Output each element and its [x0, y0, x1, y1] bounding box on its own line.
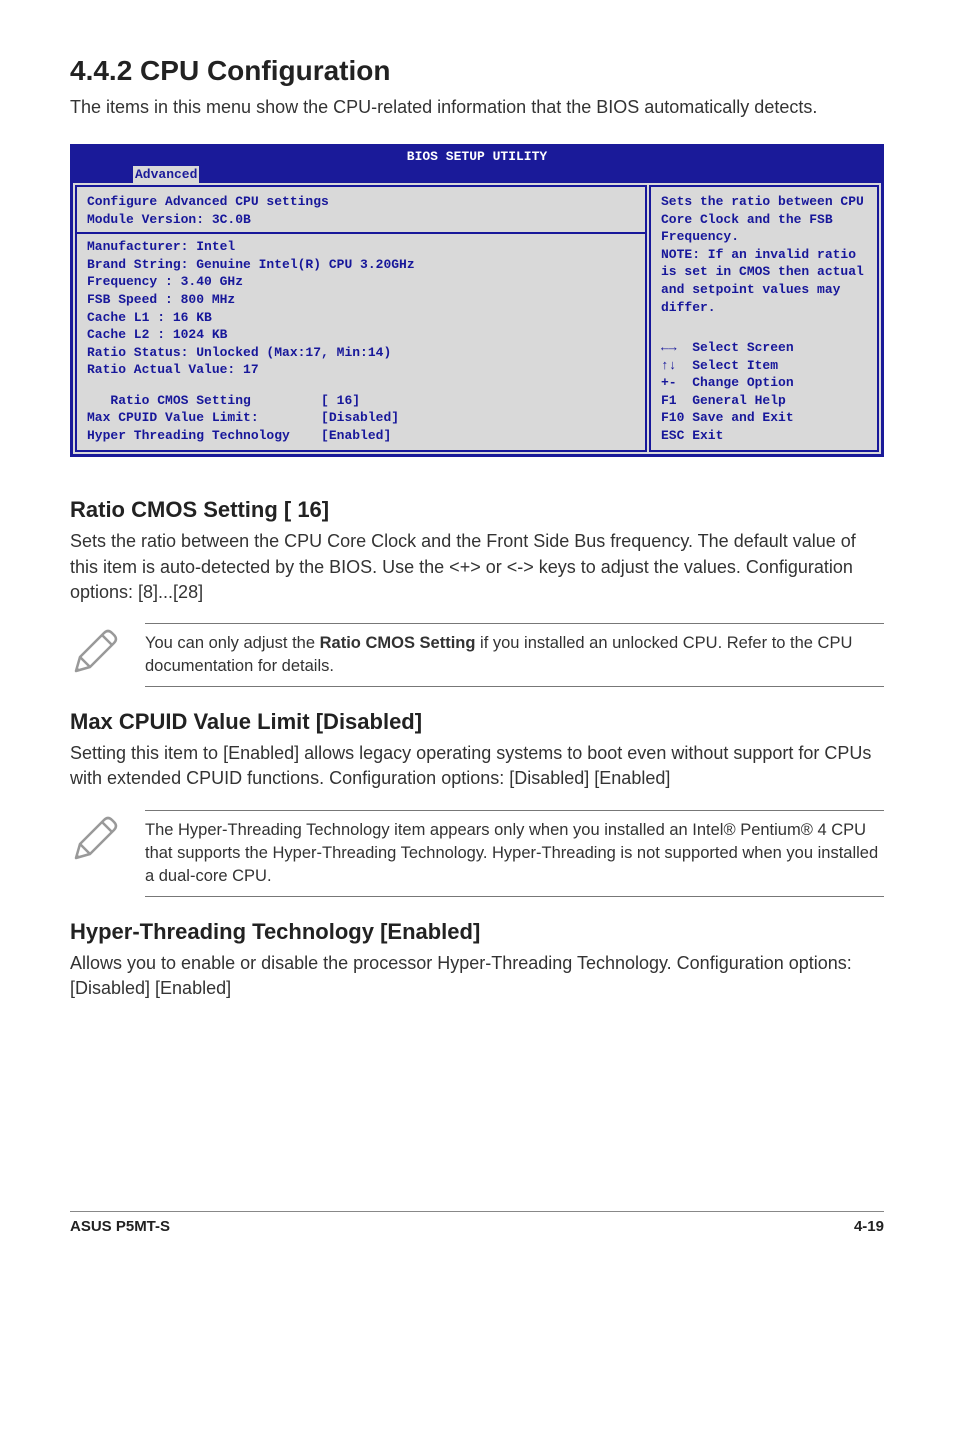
bios-line: Manufacturer: Intel — [87, 238, 635, 256]
bios-help-text: Sets the ratio between CPU Core Clock an… — [661, 193, 867, 316]
bios-line: Module Version: 3C.0B — [87, 211, 635, 229]
bios-line: Brand String: Genuine Intel(R) CPU 3.20G… — [87, 256, 635, 274]
bios-screenshot: BIOS SETUP UTILITY Advanced Configure Ad… — [70, 144, 884, 457]
para-ht: Allows you to enable or disable the proc… — [70, 951, 884, 1001]
bios-key-legend: ←→ Select Screen ↑↓ Select Item +- Chang… — [661, 339, 867, 444]
bios-right-pane: Sets the ratio between CPU Core Clock an… — [649, 185, 879, 452]
bios-option-ratio: Ratio CMOS Setting [ 16] — [87, 392, 635, 410]
bios-line: FSB Speed : 800 MHz — [87, 291, 635, 309]
note-pencil-icon — [70, 623, 125, 682]
subheading-ratio: Ratio CMOS Setting [ 16] — [70, 497, 884, 523]
bios-line: Cache L2 : 1024 KB — [87, 326, 635, 344]
note-text-1: You can only adjust the Ratio CMOS Setti… — [145, 623, 884, 687]
note-pencil-icon — [70, 810, 125, 869]
note-row-1: You can only adjust the Ratio CMOS Setti… — [70, 623, 884, 687]
bios-key: ↑↓ Select Item — [661, 357, 867, 375]
bios-key: ←→ Select Screen — [661, 339, 867, 357]
bios-line: Frequency : 3.40 GHz — [87, 273, 635, 291]
note-row-2: The Hyper-Threading Technology item appe… — [70, 810, 884, 897]
bios-line: Ratio Actual Value: 17 — [87, 361, 635, 379]
footer-right: 4-19 — [854, 1218, 884, 1235]
bios-key: F10 Save and Exit — [661, 409, 867, 427]
bios-key: +- Change Option — [661, 374, 867, 392]
bios-key: F1 General Help — [661, 392, 867, 410]
bios-key: ESC Exit — [661, 427, 867, 445]
section-heading: 4.4.2 CPU Configuration — [70, 55, 884, 87]
footer-left: ASUS P5MT-S — [70, 1218, 170, 1235]
bios-line: Cache L1 : 16 KB — [87, 309, 635, 327]
subheading-cpuid: Max CPUID Value Limit [Disabled] — [70, 709, 884, 735]
subheading-ht: Hyper-Threading Technology [Enabled] — [70, 919, 884, 945]
bios-divider — [77, 232, 645, 234]
bios-option-cpuid: Max CPUID Value Limit: [Disabled] — [87, 409, 635, 427]
bios-line: Ratio Status: Unlocked (Max:17, Min:14) — [87, 344, 635, 362]
bios-left-pane: Configure Advanced CPU settings Module V… — [75, 185, 647, 452]
bios-tab-advanced: Advanced — [133, 166, 199, 184]
note-text-2: The Hyper-Threading Technology item appe… — [145, 810, 884, 897]
para-cpuid: Setting this item to [Enabled] allows le… — [70, 741, 884, 791]
bios-title: BIOS SETUP UTILITY — [73, 147, 881, 166]
para-ratio: Sets the ratio between the CPU Core Cloc… — [70, 529, 884, 605]
section-intro: The items in this menu show the CPU-rela… — [70, 95, 884, 120]
page-footer: ASUS P5MT-S 4-19 — [70, 1211, 884, 1235]
bios-option-ht: Hyper Threading Technology [Enabled] — [87, 427, 635, 445]
bios-line: Configure Advanced CPU settings — [87, 193, 635, 211]
